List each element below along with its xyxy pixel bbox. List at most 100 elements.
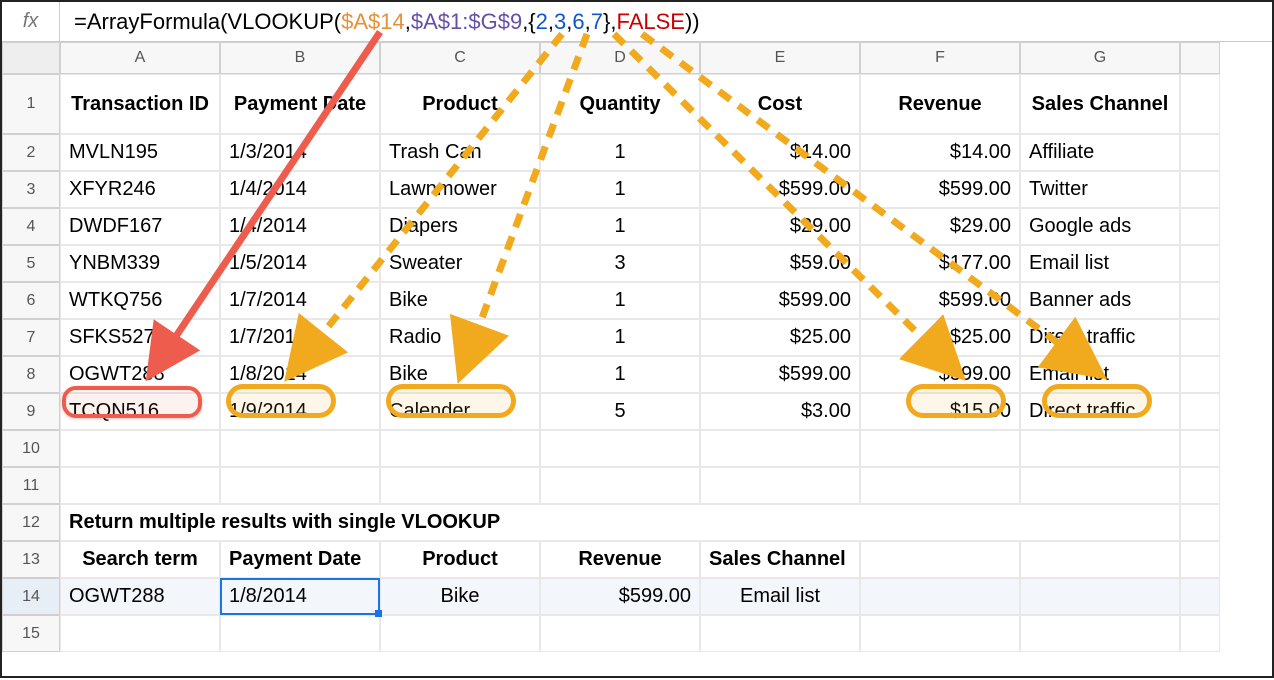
cell-A3[interactable]: XFYR246 [60, 171, 220, 208]
col-E[interactable]: E [700, 42, 860, 74]
cell-E6[interactable]: $599.00 [700, 282, 860, 319]
cell-D2[interactable]: 1 [540, 134, 700, 171]
cell-D7[interactable]: 1 [540, 319, 700, 356]
row-1[interactable]: 1 [2, 74, 60, 134]
cell-B3[interactable]: 1/4/2014 [220, 171, 380, 208]
cell-B5[interactable]: 1/5/2014 [220, 245, 380, 282]
row-4[interactable]: 4 [2, 208, 60, 245]
row-10[interactable]: 10 [2, 430, 60, 467]
label-search-term[interactable]: Search term [60, 541, 220, 578]
cell-B6[interactable]: 1/7/2014 [220, 282, 380, 319]
row-2[interactable]: 2 [2, 134, 60, 171]
cell-F6[interactable]: $599.00 [860, 282, 1020, 319]
cell-G6[interactable]: Banner ads [1020, 282, 1180, 319]
col-D[interactable]: D [540, 42, 700, 74]
header-transaction-id[interactable]: Transaction ID [60, 74, 220, 134]
row-7[interactable]: 7 [2, 319, 60, 356]
formula-input[interactable]: =ArrayFormula(VLOOKUP($A$14,$A$1:$G$9,{2… [60, 9, 1272, 35]
cell-D8[interactable]: 1 [540, 356, 700, 393]
col-G[interactable]: G [1020, 42, 1180, 74]
cell-E4[interactable]: $29.00 [700, 208, 860, 245]
col-A[interactable]: A [60, 42, 220, 74]
cell-F4[interactable]: $29.00 [860, 208, 1020, 245]
col-F[interactable]: F [860, 42, 1020, 74]
cell-G5[interactable]: Email list [1020, 245, 1180, 282]
cell-C7[interactable]: Radio [380, 319, 540, 356]
col-B[interactable]: B [220, 42, 380, 74]
cell-A2[interactable]: MVLN195 [60, 134, 220, 171]
header-quantity[interactable]: Quantity [540, 74, 700, 134]
cell-F7[interactable]: $25.00 [860, 319, 1020, 356]
cell-C14[interactable]: Bike [380, 578, 540, 615]
label-revenue[interactable]: Revenue [540, 541, 700, 578]
cell-G8[interactable]: Email list [1020, 356, 1180, 393]
cell-C6[interactable]: Bike [380, 282, 540, 319]
header-cost[interactable]: Cost [700, 74, 860, 134]
cell-A9[interactable]: TCQN516 [60, 393, 220, 430]
cell-C3[interactable]: Lawnmower [380, 171, 540, 208]
cell-G3[interactable]: Twitter [1020, 171, 1180, 208]
row-13[interactable]: 13 [2, 541, 60, 578]
cell-B14[interactable]: 1/8/2014 [220, 578, 380, 615]
cell-F2[interactable]: $14.00 [860, 134, 1020, 171]
cell-E3[interactable]: $599.00 [700, 171, 860, 208]
cell-D14[interactable]: $599.00 [540, 578, 700, 615]
header-revenue[interactable]: Revenue [860, 74, 1020, 134]
cell-G2[interactable]: Affiliate [1020, 134, 1180, 171]
row-9[interactable]: 9 [2, 393, 60, 430]
section-title[interactable]: Return multiple results with single VLOO… [60, 504, 1180, 541]
row-6[interactable]: 6 [2, 282, 60, 319]
header-payment-date[interactable]: Payment Date [220, 74, 380, 134]
cell-B7[interactable]: 1/7/2014 [220, 319, 380, 356]
col-C[interactable]: C [380, 42, 540, 74]
row-14[interactable]: 14 [2, 578, 60, 615]
cell-D6[interactable]: 1 [540, 282, 700, 319]
cell-D9[interactable]: 5 [540, 393, 700, 430]
cell-E5[interactable]: $59.00 [700, 245, 860, 282]
cell-A8[interactable]: OGWT288 [60, 356, 220, 393]
cell-A14[interactable]: OGWT288 [60, 578, 220, 615]
header-sales-channel[interactable]: Sales Channel [1020, 74, 1180, 134]
label-product[interactable]: Product [380, 541, 540, 578]
label-payment-date[interactable]: Payment Date [220, 541, 380, 578]
cell-C2[interactable]: Trash Can [380, 134, 540, 171]
col-extra[interactable] [1180, 42, 1220, 74]
row-11[interactable]: 11 [2, 467, 60, 504]
cell-C5[interactable]: Sweater [380, 245, 540, 282]
row-12[interactable]: 12 [2, 504, 60, 541]
spreadsheet-grid[interactable]: A B C D E F G 1 Transaction ID Payment D… [2, 42, 1272, 652]
cell-C4[interactable]: Diapers [380, 208, 540, 245]
cell-B4[interactable]: 1/4/2014 [220, 208, 380, 245]
select-all-corner[interactable] [2, 42, 60, 74]
cell-F8[interactable]: $599.00 [860, 356, 1020, 393]
row-8[interactable]: 8 [2, 356, 60, 393]
cell-E8[interactable]: $599.00 [700, 356, 860, 393]
cell-A4[interactable]: DWDF167 [60, 208, 220, 245]
cell-E2[interactable]: $14.00 [700, 134, 860, 171]
cell-G9[interactable]: Direct traffic [1020, 393, 1180, 430]
cell-A7[interactable]: SFKS527 [60, 319, 220, 356]
cell-A5[interactable]: YNBM339 [60, 245, 220, 282]
cell-B2[interactable]: 1/3/2014 [220, 134, 380, 171]
cell-D4[interactable]: 1 [540, 208, 700, 245]
row-5[interactable]: 5 [2, 245, 60, 282]
cell-G4[interactable]: Google ads [1020, 208, 1180, 245]
row-3[interactable]: 3 [2, 171, 60, 208]
cell-G7[interactable]: Direct traffic [1020, 319, 1180, 356]
cell-C8[interactable]: Bike [380, 356, 540, 393]
cell-F3[interactable]: $599.00 [860, 171, 1020, 208]
cell-C9[interactable]: Calender [380, 393, 540, 430]
cell-A6[interactable]: WTKQ756 [60, 282, 220, 319]
cell-B8[interactable]: 1/8/2014 [220, 356, 380, 393]
cell-E7[interactable]: $25.00 [700, 319, 860, 356]
cell-F5[interactable]: $177.00 [860, 245, 1020, 282]
cell-E9[interactable]: $3.00 [700, 393, 860, 430]
cell-D5[interactable]: 3 [540, 245, 700, 282]
cell-E14[interactable]: Email list [700, 578, 860, 615]
label-sales-channel[interactable]: Sales Channel [700, 541, 860, 578]
cell-F9[interactable]: $15.00 [860, 393, 1020, 430]
cell-B9[interactable]: 1/9/2014 [220, 393, 380, 430]
header-product[interactable]: Product [380, 74, 540, 134]
row-15[interactable]: 15 [2, 615, 60, 652]
cell-D3[interactable]: 1 [540, 171, 700, 208]
